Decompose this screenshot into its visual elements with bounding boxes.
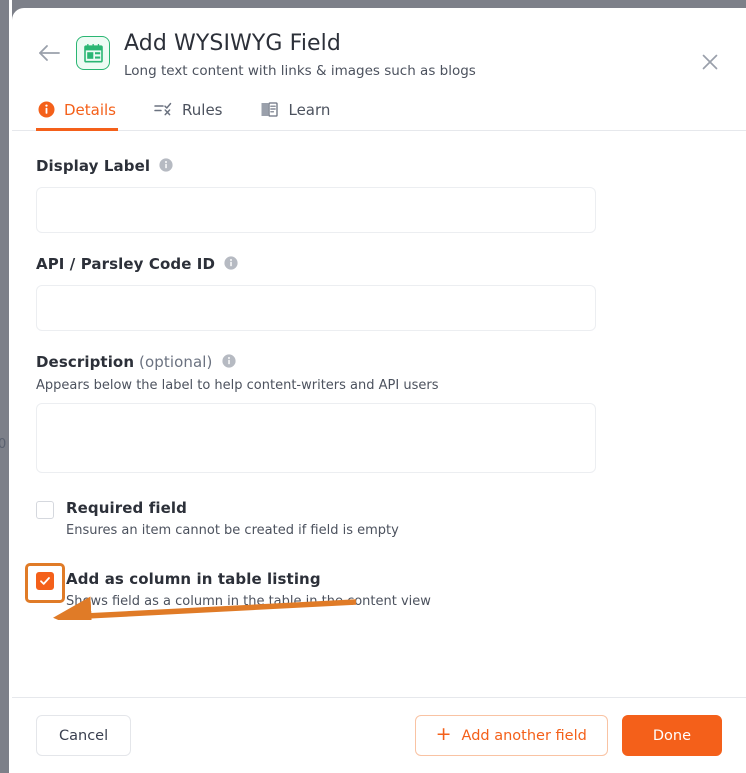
display-label-label: Display Label bbox=[36, 157, 151, 176]
info-circle-icon bbox=[38, 101, 55, 118]
close-button[interactable] bbox=[698, 50, 722, 74]
close-icon bbox=[702, 54, 718, 70]
back-button[interactable] bbox=[36, 40, 62, 66]
tab-rules-label: Rules bbox=[182, 100, 223, 119]
field-group-description: Description (optional) Appears below the… bbox=[36, 353, 722, 473]
add-another-field-button[interactable]: + Add another field bbox=[414, 715, 608, 756]
checkmark-icon bbox=[40, 576, 50, 585]
api-code-id-label: API / Parsley Code ID bbox=[36, 255, 216, 274]
rules-filter-icon bbox=[154, 101, 173, 118]
background-partial-text: 0 bbox=[0, 437, 7, 452]
modal-body: Display Label API / Parsley Code ID Desc… bbox=[12, 131, 746, 697]
tab-details[interactable]: Details bbox=[36, 95, 119, 131]
tab-learn[interactable]: Learn bbox=[258, 95, 332, 131]
arrow-left-icon bbox=[39, 45, 60, 61]
modal-header: Add WYSIWYG Field Long text content with… bbox=[12, 8, 746, 80]
add-as-column-help: Shows field as a column in the table in … bbox=[66, 593, 431, 609]
required-field-checkbox[interactable] bbox=[36, 500, 54, 519]
book-icon bbox=[260, 101, 279, 118]
description-label-text: Description bbox=[36, 353, 135, 372]
modal-tabs: Details Rules Learn bbox=[12, 94, 746, 131]
display-label-input[interactable] bbox=[36, 186, 596, 233]
cancel-button[interactable]: Cancel bbox=[36, 715, 132, 756]
required-field-label: Required field bbox=[66, 498, 187, 517]
field-group-api-code-id: API / Parsley Code ID bbox=[36, 255, 722, 331]
field-group-display-label: Display Label bbox=[36, 157, 722, 233]
description-info-icon[interactable] bbox=[221, 353, 236, 372]
display-label-info-icon[interactable] bbox=[159, 157, 173, 176]
add-as-column-row[interactable]: Add as column in table listing Shows fie… bbox=[25, 562, 722, 609]
required-field-row[interactable]: Required field Ensures an item cannot be… bbox=[36, 499, 722, 538]
description-textarea[interactable] bbox=[36, 402, 596, 473]
overlay-backdrop[interactable] bbox=[0, 0, 9, 773]
wysiwyg-field-icon bbox=[83, 43, 103, 63]
tab-rules[interactable]: Rules bbox=[152, 95, 224, 131]
add-field-modal: Add WYSIWYG Field Long text content with… bbox=[12, 8, 746, 773]
add-as-column-checkbox[interactable] bbox=[36, 571, 54, 590]
field-type-icon bbox=[76, 36, 110, 70]
plus-icon: + bbox=[435, 723, 452, 745]
modal-title-block: Add WYSIWYG Field Long text content with… bbox=[124, 28, 722, 80]
api-code-id-info-icon[interactable] bbox=[224, 255, 238, 274]
description-label: Description (optional) bbox=[36, 353, 213, 371]
required-field-help: Ensures an item cannot be created if fie… bbox=[66, 522, 399, 538]
tab-learn-label: Learn bbox=[288, 100, 331, 119]
description-optional-text: (optional) bbox=[134, 353, 213, 372]
tab-details-label: Details bbox=[64, 100, 117, 119]
done-button[interactable]: Done bbox=[621, 715, 722, 756]
page-subtitle: Long text content with links & images su… bbox=[124, 62, 476, 79]
page-title: Add WYSIWYG Field bbox=[124, 31, 341, 56]
modal-footer: Cancel + Add another field Done bbox=[12, 697, 746, 773]
api-code-id-input[interactable] bbox=[36, 284, 596, 331]
add-as-column-label: Add as column in table listing bbox=[66, 569, 321, 588]
description-help-text: Appears below the label to help content-… bbox=[36, 377, 439, 393]
add-another-field-label: Add another field bbox=[461, 727, 587, 744]
